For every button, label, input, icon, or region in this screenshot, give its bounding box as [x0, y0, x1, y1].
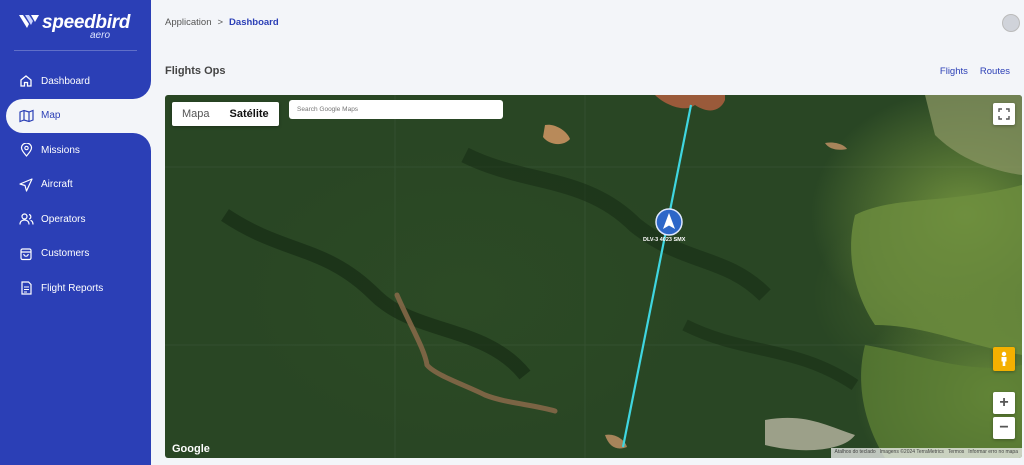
imagery-credit: Imagens ©2024 TerraMetrics [879, 449, 944, 455]
map-type-control: Mapa Satélite [172, 102, 279, 126]
sidebar-item-label: Dashboard [41, 75, 90, 87]
breadcrumb-separator: > [217, 17, 224, 28]
map-type-satellite-button[interactable]: Satélite [220, 102, 279, 126]
zoom-out-button[interactable]: − [993, 417, 1015, 439]
zoom-in-button[interactable]: + [993, 392, 1015, 414]
sidebar-item-label: Missions [41, 144, 80, 156]
sidebar-item-flight-reports[interactable]: Flight Reports [0, 271, 151, 306]
sidebar-item-missions[interactable]: Missions [0, 133, 151, 168]
map-search-input[interactable] [289, 100, 503, 119]
sidebar-item-dashboard[interactable]: Dashboard [0, 64, 151, 99]
page-links: Flights Routes [940, 66, 1010, 77]
home-icon [18, 73, 34, 89]
sidebar-item-label: Map [41, 110, 61, 122]
navigation-arrow-icon [18, 177, 34, 193]
brand-suffix: aero [90, 30, 111, 41]
breadcrumb: Application > Dashboard [165, 17, 279, 28]
sidebar-item-aircraft[interactable]: Aircraft [0, 168, 151, 203]
satellite-imagery [165, 95, 1022, 458]
street-view-button[interactable] [993, 347, 1015, 371]
fullscreen-button[interactable] [993, 103, 1015, 125]
bag-icon [18, 246, 34, 262]
aircraft-marker[interactable] [655, 208, 683, 236]
sidebar-nav: Dashboard Map Missions Aircraft Operator… [0, 64, 151, 306]
users-icon [18, 211, 34, 227]
sidebar-item-map[interactable]: Map [6, 98, 151, 133]
aircraft-label: DLV-3 4023 SMX [643, 237, 686, 243]
document-icon [18, 280, 34, 296]
aircraft-navigation-icon [655, 208, 683, 236]
app-root: speedbird aero Dashboard Map Missions Ai… [0, 0, 1024, 465]
location-pin-icon [18, 142, 34, 158]
map-view[interactable]: Mapa Satélite + − DLV-3 4023 SMX Google … [165, 95, 1022, 458]
terms-link[interactable]: Termos [948, 449, 964, 457]
sidebar-item-label: Flight Reports [41, 282, 104, 294]
pegman-icon [1001, 351, 1007, 366]
google-logo: Google [172, 443, 210, 455]
sidebar-item-customers[interactable]: Customers [0, 237, 151, 272]
top-bar: Application > Dashboard [151, 0, 1024, 44]
speedbird-wing-icon [19, 15, 39, 28]
avatar[interactable] [1002, 14, 1020, 32]
map-icon [18, 108, 34, 124]
fullscreen-icon [998, 108, 1010, 120]
breadcrumb-root[interactable]: Application [165, 17, 211, 28]
sidebar-item-label: Customers [41, 248, 90, 260]
sidebar-divider [14, 50, 137, 51]
breadcrumb-current[interactable]: Dashboard [229, 17, 279, 28]
flights-link[interactable]: Flights [940, 66, 968, 77]
brand-name: speedbird [42, 12, 131, 33]
page-title: Flights Ops [165, 65, 226, 77]
map-attribution: Atalhos do teclado Imagens ©2024 TerraMe… [830, 448, 1022, 458]
routes-link[interactable]: Routes [980, 66, 1010, 77]
report-error-link[interactable]: Informar erro no mapa [968, 449, 1018, 457]
sidebar-item-label: Operators [41, 213, 86, 225]
sidebar: speedbird aero Dashboard Map Missions Ai… [0, 0, 151, 465]
sidebar-item-operators[interactable]: Operators [0, 202, 151, 237]
sidebar-item-label: Aircraft [41, 179, 73, 191]
brand-logo[interactable]: speedbird aero [18, 10, 138, 41]
flight-route-line [621, 104, 693, 448]
keyboard-shortcuts-link[interactable]: Atalhos do teclado [835, 449, 876, 457]
map-type-map-button[interactable]: Mapa [172, 102, 220, 126]
